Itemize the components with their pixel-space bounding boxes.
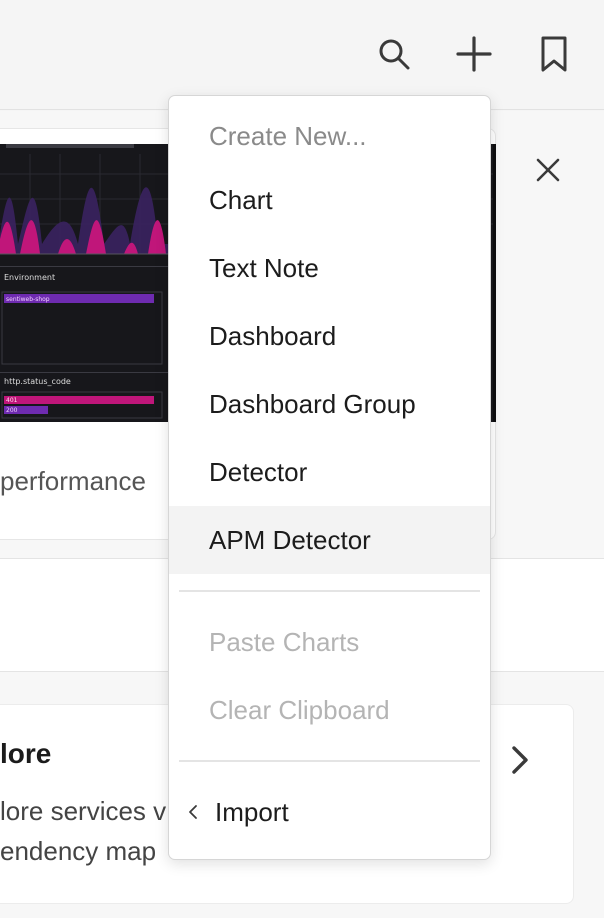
search-icon[interactable]: [372, 32, 416, 76]
menu-item-dashboard[interactable]: Dashboard: [169, 302, 490, 370]
menu-item-clear-clipboard: Clear Clipboard: [209, 694, 390, 725]
menu-item-import-label: Import: [215, 796, 289, 827]
preview-bar-label-200: 200: [6, 407, 18, 414]
plus-icon[interactable]: [452, 32, 496, 76]
top-toolbar: [0, 0, 604, 110]
explore-card-title: lore: [0, 738, 52, 769]
menu-item-dashboard-group[interactable]: Dashboard Group: [169, 370, 490, 438]
bookmark-icon[interactable]: [532, 32, 576, 76]
explore-card-line-1: lore services v: [0, 796, 167, 826]
menu-separator: [179, 760, 480, 762]
menu-item-paste-charts: Paste Charts: [209, 626, 360, 657]
preview-bar-label-shop: sentiweb-shop: [6, 296, 50, 303]
menu-header-create-new: Create New...: [209, 120, 367, 151]
preview-label-environment: Environment: [4, 273, 55, 282]
menu-separator: [179, 590, 480, 592]
create-new-menu: Create New... Chart Text Note Dashboard …: [168, 95, 491, 860]
menu-item-detector[interactable]: Detector: [169, 438, 490, 506]
preview-bar-label-401: 401: [6, 397, 18, 404]
chevron-left-icon: [183, 804, 203, 820]
menu-item-import[interactable]: Import: [169, 778, 490, 846]
explore-card-line-2: endency map: [0, 836, 157, 866]
menu-item-apm-detector[interactable]: APM Detector: [169, 506, 490, 574]
preview-label-status-code: http.status_code: [4, 377, 71, 386]
close-icon[interactable]: [526, 148, 570, 192]
preview-card-description: performance: [0, 466, 146, 496]
menu-item-text-note[interactable]: Text Note: [169, 234, 490, 302]
menu-item-chart[interactable]: Chart: [169, 166, 490, 234]
chevron-right-icon[interactable]: [500, 740, 540, 780]
